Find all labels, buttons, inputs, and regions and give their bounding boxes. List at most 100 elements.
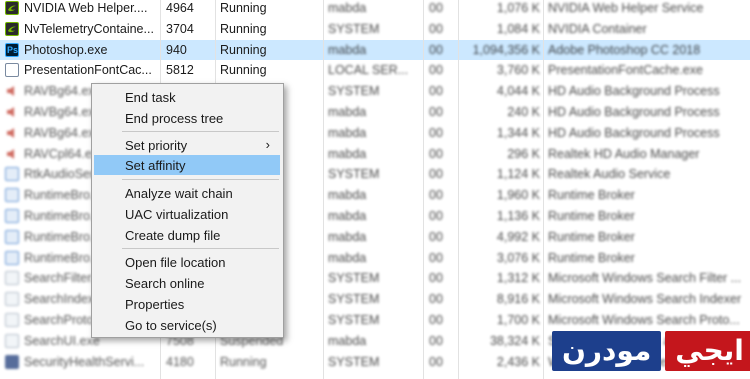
menu-item-uac-virtualization[interactable]: UAC virtualization (94, 204, 280, 224)
memory-cell: 8,916 K (496, 292, 540, 307)
status-cell: Running (220, 63, 267, 78)
cpu-cell: 00 (429, 167, 443, 182)
cpu-cell: 00 (429, 63, 443, 78)
description-cell: NVIDIA Container (548, 21, 647, 36)
column-separator (423, 0, 424, 379)
cpu-cell: 00 (429, 146, 443, 161)
description-cell: Runtime Broker (548, 209, 635, 223)
memory-cell: 1,312 K (496, 271, 540, 286)
user-name-cell: SYSTEM (328, 354, 380, 369)
description-cell: Runtime Broker (548, 229, 635, 244)
menu-item-label: Properties (125, 297, 185, 312)
menu-item-go-to-services[interactable]: Go to service(s) (94, 315, 280, 335)
speaker-icon (5, 84, 19, 99)
memory-cell: 38,324 K (489, 333, 540, 348)
memory-cell: 1,076 K (496, 1, 540, 15)
menu-item-properties[interactable]: Properties (94, 294, 280, 314)
user-name-cell: SYSTEM (328, 167, 380, 182)
menu-item-end-task[interactable]: End task (94, 87, 280, 107)
memory-cell: 1,700 K (496, 313, 540, 327)
table-row[interactable]: Ps Photoshop.exe 940 Running mabda 00 1,094,35… (0, 39, 750, 61)
table-row[interactable]: PresentationFontCac... 5812 Running LOCAL S… (0, 60, 750, 81)
user-name-cell: SYSTEM (328, 271, 380, 286)
menu-separator (122, 179, 279, 180)
cpu-cell: 00 (429, 125, 443, 140)
cpu-cell: 00 (429, 229, 443, 244)
window-icon (5, 229, 19, 244)
pid-cell: 4180 (166, 354, 194, 369)
search-app-icon (5, 333, 19, 348)
status-cell: Running (220, 42, 267, 57)
description-cell: Realtek Audio Service (548, 167, 671, 182)
memory-cell: 1,084 K (496, 21, 540, 36)
user-name-cell: mabda (328, 146, 367, 161)
menu-item-set-affinity[interactable]: Set affinity (94, 155, 280, 175)
nvidia-icon (5, 1, 19, 15)
menu-item-end-process-tree[interactable]: End process tree (94, 108, 280, 128)
search-app-icon (5, 313, 19, 327)
menu-item-label: Set affinity (125, 158, 186, 173)
user-name-cell: mabda (328, 188, 367, 203)
user-name-cell: mabda (328, 229, 367, 244)
description-cell: Runtime Broker (548, 250, 635, 265)
table-row[interactable]: NVIDIA Web Helper.... 4964 Running mabda 00 1… (0, 0, 750, 19)
cpu-cell: 00 (429, 354, 443, 369)
user-name-cell: SYSTEM (328, 313, 380, 327)
description-cell: Microsoft Windows Search Proto... (548, 313, 740, 327)
nvidia-icon (5, 21, 19, 36)
menu-item-create-dump-file[interactable]: Create dump file (94, 225, 280, 245)
process-name-cell: NvTelemetryContaine... (24, 21, 154, 36)
description-cell: Realtek HD Audio Manager (548, 146, 700, 161)
task-manager-details: NVIDIA Web Helper.... 4964 Running mabda 00 1… (0, 0, 750, 379)
window-icon (5, 209, 19, 223)
watermark-word-2: مودرن (552, 331, 662, 371)
user-name-cell: mabda (328, 333, 367, 348)
process-name-cell: SecurityHealthServi... (24, 354, 145, 369)
menu-item-label: UAC virtualization (125, 207, 229, 222)
cpu-cell: 00 (429, 271, 443, 286)
cpu-cell: 00 (429, 105, 443, 119)
speaker-icon (5, 125, 19, 140)
menu-item-label: Create dump file (125, 228, 221, 243)
cpu-cell: 00 (429, 313, 443, 327)
menu-item-analyze-wait-chain[interactable]: Analyze wait chain (94, 183, 280, 203)
table-row[interactable]: NvTelemetryContaine... 3704 Running SYSTEM 0… (0, 19, 750, 40)
app-icon (5, 63, 19, 78)
menu-separator (122, 131, 279, 132)
window-icon (5, 250, 19, 265)
memory-cell: 240 K (507, 105, 540, 119)
user-name-cell: mabda (328, 42, 367, 57)
cpu-cell: 00 (429, 84, 443, 99)
search-app-icon (5, 292, 19, 307)
pid-cell: 940 (166, 42, 187, 57)
column-separator (323, 0, 324, 379)
description-cell: Adobe Photoshop CC 2018 (548, 42, 701, 57)
cpu-cell: 00 (429, 42, 443, 57)
menu-item-label: Search online (125, 276, 205, 291)
user-name-cell: mabda (328, 250, 367, 265)
menu-item-label: Open file location (125, 255, 226, 270)
cpu-cell: 00 (429, 21, 443, 36)
menu-separator (122, 248, 279, 249)
cpu-cell: 00 (429, 188, 443, 203)
memory-cell: 2,436 K (496, 354, 540, 369)
watermark-logo: ايجي مودرن (552, 330, 750, 372)
photoshop-icon: Ps (5, 42, 19, 57)
user-name-cell: mabda (328, 209, 367, 223)
menu-item-label: Set priority (125, 138, 188, 153)
process-name-cell: PresentationFontCac... (24, 63, 152, 78)
description-cell: Microsoft Windows Search Filter ... (548, 271, 742, 286)
process-name-cell: NVIDIA Web Helper.... (24, 1, 148, 15)
window-icon (5, 188, 19, 203)
memory-cell: 296 K (507, 146, 540, 161)
menu-item-label: Go to service(s) (125, 318, 217, 333)
cpu-cell: 00 (429, 1, 443, 15)
menu-item-open-file-location[interactable]: Open file location (94, 252, 280, 272)
description-cell: HD Audio Background Process (548, 84, 720, 99)
user-name-cell: mabda (328, 125, 367, 140)
menu-item-search-online[interactable]: Search online (94, 273, 280, 293)
user-name-cell: SYSTEM (328, 292, 380, 307)
pid-cell: 5812 (166, 63, 194, 78)
menu-item-set-priority[interactable]: Set priority › (94, 135, 280, 155)
menu-item-label: End task (125, 90, 176, 105)
